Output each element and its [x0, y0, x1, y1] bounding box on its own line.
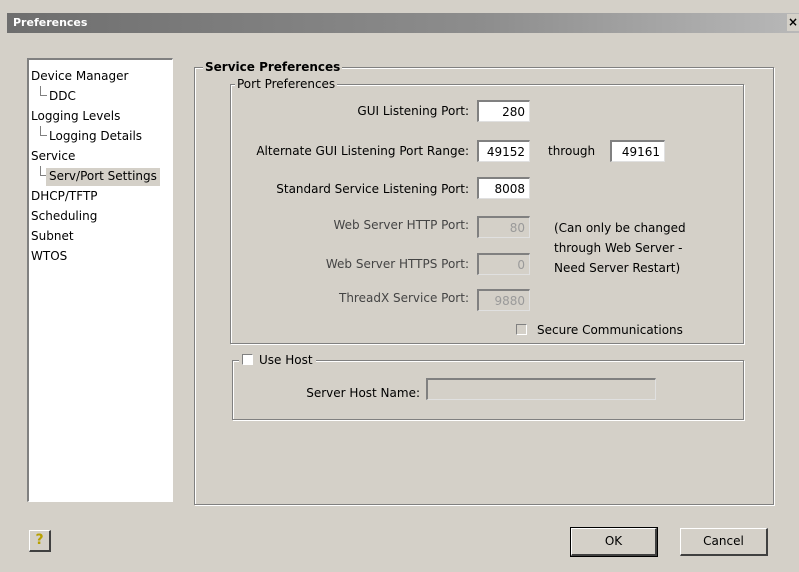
http-port-input: 80: [477, 216, 530, 238]
preferences-tree[interactable]: Device Manager DDC Logging Levels Logging D…: [27, 58, 173, 502]
ok-button[interactable]: OK: [570, 527, 658, 557]
tree-item[interactable]: Device Manager: [31, 68, 128, 86]
tree-item[interactable]: Service: [31, 148, 75, 166]
through-label: through: [548, 144, 596, 158]
tree-item[interactable]: DHCP/TFTP: [31, 188, 98, 206]
tree-item[interactable]: DDC: [49, 88, 76, 106]
standard-service-port-input[interactable]: 8008: [477, 177, 530, 199]
tree-connector: [40, 86, 47, 96]
server-host-name-label: Server Host Name:: [306, 386, 420, 400]
service-preferences-title: Service Preferences: [203, 60, 343, 74]
tree-item[interactable]: Scheduling: [31, 208, 97, 226]
alt-port-range-from-input[interactable]: 49152: [477, 140, 530, 162]
tree-item[interactable]: Subnet: [31, 228, 74, 246]
restart-note-line: through Web Server -: [554, 241, 683, 255]
window-title: Preferences: [13, 16, 88, 29]
use-host-label: Use Host: [259, 353, 313, 367]
title-bar: Preferences ×: [7, 13, 799, 33]
restart-note-line: Need Server Restart): [554, 261, 681, 275]
tree-item[interactable]: Logging Details: [49, 128, 142, 146]
restart-note: (Can only be changed through Web Server …: [554, 218, 686, 278]
use-host-legend: Use Host: [239, 353, 316, 367]
threadx-port-label: ThreadX Service Port:: [339, 291, 469, 305]
restart-note-line: (Can only be changed: [554, 221, 686, 235]
port-preferences-title: Port Preferences: [235, 77, 338, 91]
secure-communications-label: Secure Communications: [537, 323, 683, 337]
tree-item[interactable]: Serv/Port Settings: [46, 168, 160, 186]
cancel-button[interactable]: Cancel: [680, 528, 768, 556]
standard-service-port-label: Standard Service Listening Port:: [276, 182, 469, 196]
secure-communications-checkbox[interactable]: [516, 324, 527, 335]
https-port-input: 0: [477, 253, 530, 275]
alt-port-range-to-input[interactable]: 49161: [610, 140, 665, 162]
close-icon[interactable]: ×: [787, 14, 799, 31]
use-host-checkbox[interactable]: [242, 354, 253, 365]
gui-port-input[interactable]: 280: [477, 100, 530, 122]
server-host-name-input: [426, 378, 656, 400]
alt-port-range-label: Alternate GUI Listening Port Range:: [256, 144, 469, 158]
gui-port-label: GUI Listening Port:: [357, 104, 469, 118]
tree-connector: [40, 126, 47, 136]
tree-item[interactable]: WTOS: [31, 248, 67, 266]
http-port-label: Web Server HTTP Port:: [333, 218, 470, 232]
threadx-port-input: 9880: [477, 289, 530, 311]
tree-item[interactable]: Logging Levels: [31, 108, 120, 126]
help-icon[interactable]: ?: [29, 530, 51, 552]
https-port-label: Web Server HTTPS Port:: [325, 257, 469, 271]
